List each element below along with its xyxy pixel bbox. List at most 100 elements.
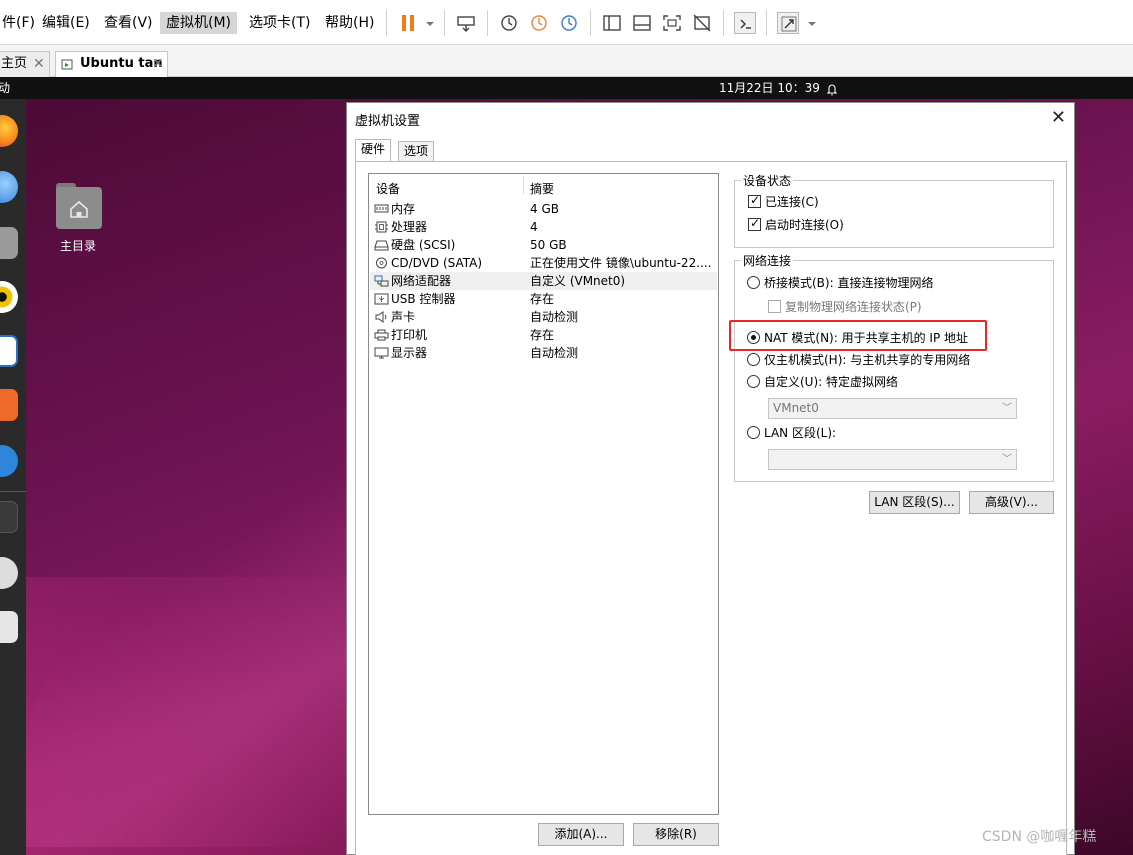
firefox-icon[interactable]	[0, 115, 18, 147]
checkbox[interactable]: ✓	[748, 216, 761, 231]
toolbar-separator	[590, 10, 591, 36]
ubuntu-top-bar: 动 11月22日 10：39	[0, 77, 1133, 99]
column-header-summary[interactable]: 摘要	[530, 180, 554, 197]
dock-separator	[0, 491, 26, 492]
snapshot-icon[interactable]	[498, 12, 520, 34]
host-only-label: 仅主机模式(H): 与主机共享的专用网络	[764, 353, 971, 367]
device-summary: 自动检测	[530, 346, 579, 360]
full-screen-icon[interactable]	[661, 12, 683, 34]
send-keys-icon[interactable]	[455, 12, 477, 34]
custom-network-select[interactable]: VMnet0 ﹀	[768, 398, 1017, 419]
device-summary: 50 GB	[530, 238, 567, 252]
pause-icon[interactable]	[397, 12, 419, 34]
chevron-down-icon: ﹀	[1002, 454, 1012, 465]
checkbox[interactable]	[768, 300, 781, 313]
clock[interactable]: 11月22日 10：39	[719, 77, 820, 99]
radio-button[interactable]	[747, 426, 760, 439]
checkmark-icon: ✓	[750, 216, 761, 230]
terminal-icon[interactable]	[0, 501, 18, 533]
wallpaper-streak	[0, 577, 400, 855]
help-icon[interactable]	[0, 445, 18, 477]
column-header-device[interactable]: 设备	[376, 180, 400, 197]
thunderbird-icon[interactable]	[0, 171, 18, 203]
device-name: 显示器	[391, 346, 428, 360]
lan-segments-button[interactable]: LAN 区段(S)...	[869, 491, 960, 514]
menu-edit[interactable]: 编辑(E)	[36, 12, 96, 34]
tab-hardware[interactable]: 硬件	[355, 139, 392, 162]
thumbnail-view-icon[interactable]	[631, 12, 653, 34]
menu-view[interactable]: 查看(V)	[98, 12, 159, 34]
checkbox[interactable]: ✓	[748, 193, 761, 208]
device-summary: 自定义 (VMnet0)	[530, 274, 626, 288]
device-row-network-adapter[interactable]: 网络适配器 自定义 (VMnet0)	[370, 272, 717, 290]
vm-tab-bar: 主页 ✕ Ubuntu tan ✕	[0, 45, 1133, 77]
writer-icon[interactable]	[0, 335, 18, 367]
disk-icon[interactable]	[0, 557, 18, 589]
device-row-sound-card[interactable]: 声卡 自动检测	[370, 308, 717, 326]
device-list[interactable]: 设备 摘要 内存 4 GB 处理器 4 硬盘 (SCSI) 50 GB CD/D…	[368, 173, 719, 815]
close-icon[interactable]: ✕	[152, 52, 164, 76]
memory-icon	[374, 203, 389, 215]
speaker-icon	[374, 311, 389, 323]
device-name: USB 控制器	[391, 292, 456, 306]
app-center-icon[interactable]	[0, 389, 18, 421]
device-name: 处理器	[391, 220, 428, 234]
home-folder-icon[interactable]	[56, 187, 102, 229]
menu-tabs[interactable]: 选项卡(T)	[243, 12, 316, 34]
menu-file[interactable]: 件(F)	[0, 12, 41, 34]
device-row-processor[interactable]: 处理器 4	[370, 218, 717, 236]
bridged-label: 桥接模式(B): 直接连接物理网络	[764, 276, 934, 290]
tab-label: 主页	[1, 56, 28, 71]
trash-icon[interactable]	[0, 611, 18, 643]
tab-label: Ubuntu tan	[80, 56, 163, 71]
rhythmbox-icon[interactable]	[0, 281, 18, 313]
files-icon[interactable]	[0, 227, 18, 259]
radio-button[interactable]	[747, 276, 760, 289]
vm-settings-dialog: 虚拟机设置 ✕ 硬件 选项 设备 摘要 内存 4 GB 处理器 4 硬盘 (SC…	[346, 102, 1075, 855]
activities-button[interactable]: 动	[0, 77, 10, 99]
device-row-memory[interactable]: 内存 4 GB	[370, 200, 717, 218]
menu-help[interactable]: 帮助(H)	[319, 12, 380, 34]
snapshot-manager-icon[interactable]	[558, 12, 580, 34]
remove-button[interactable]: 移除(R)	[633, 823, 719, 846]
device-row-printer[interactable]: 打印机 存在	[370, 326, 717, 344]
lan-segment-select[interactable]: ﹀	[768, 449, 1017, 470]
device-summary: 4 GB	[530, 202, 559, 216]
revert-snapshot-icon[interactable]	[528, 12, 550, 34]
console-icon[interactable]	[734, 12, 756, 34]
custom-label: 自定义(U): 特定虚拟网络	[764, 375, 899, 389]
device-row-usb[interactable]: USB 控制器 存在	[370, 290, 717, 308]
chevron-down-icon[interactable]	[419, 12, 434, 34]
sidebar-view-icon[interactable]	[601, 12, 623, 34]
device-row-hard-disk[interactable]: 硬盘 (SCSI) 50 GB	[370, 236, 717, 254]
stretch-icon[interactable]	[777, 12, 799, 34]
add-button[interactable]: 添加(A)...	[538, 823, 624, 846]
chevron-down-icon[interactable]	[801, 12, 816, 34]
device-name: 硬盘 (SCSI)	[391, 238, 456, 252]
connected-label: 已连接(C)	[765, 195, 819, 209]
device-name: 打印机	[391, 328, 428, 342]
printer-icon	[374, 329, 389, 341]
device-row-display[interactable]: 显示器 自动检测	[370, 344, 717, 362]
cd-dvd-icon	[374, 257, 389, 269]
connect-at-power-on-label: 启动时连接(O)	[765, 218, 844, 232]
unity-mode-icon[interactable]	[691, 12, 713, 34]
tab-options[interactable]: 选项	[398, 141, 435, 161]
device-row-cd-dvd[interactable]: CD/DVD (SATA) 正在使用文件 镜像\ubuntu-22....	[370, 254, 717, 272]
advanced-button[interactable]: 高级(V)...	[969, 491, 1054, 514]
menu-vm[interactable]: 虚拟机(M)	[160, 12, 238, 34]
device-summary: 4	[530, 220, 538, 234]
menubar: 件(F) 编辑(E) 查看(V) 虚拟机(M) 选项卡(T) 帮助(H)	[0, 0, 1133, 45]
dialog-title: 虚拟机设置	[355, 114, 421, 129]
network-adapter-icon	[374, 275, 389, 287]
close-icon[interactable]: ✕	[1051, 107, 1066, 128]
vm-icon	[61, 57, 75, 71]
watermark: CSDN @咖喱年糕	[982, 829, 1097, 845]
network-connection-legend: 网络连接	[741, 252, 794, 269]
tab-ubuntu[interactable]: Ubuntu tan ✕	[55, 51, 168, 77]
lan-segment-label: LAN 区段(L):	[764, 426, 837, 440]
close-icon[interactable]: ✕	[33, 52, 45, 76]
radio-button[interactable]	[747, 353, 760, 366]
radio-button[interactable]	[747, 375, 760, 388]
tab-home[interactable]: 主页 ✕	[0, 51, 50, 77]
